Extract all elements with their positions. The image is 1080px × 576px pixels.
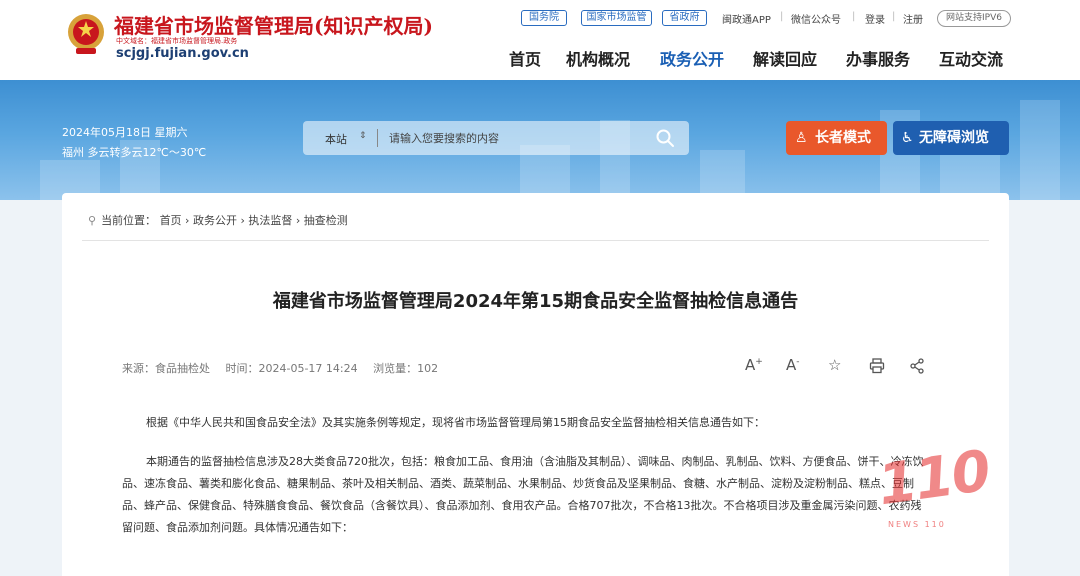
wheelchair-icon: ♿ bbox=[901, 130, 914, 146]
print-icon[interactable] bbox=[869, 358, 885, 374]
top-links-bar: 国务院 国家市场监管 省政府 闽政通APP | 微信公众号 | 登录 | 注册 … bbox=[0, 10, 1080, 27]
divider: | bbox=[780, 11, 784, 22]
site-header: 福建省市场监督管理局(知识产权局) 中文域名：福建省市场监督管理局.政务 scj… bbox=[0, 0, 1080, 80]
elder-icon: ♙ bbox=[795, 130, 808, 146]
article-views: 浏览量：102 bbox=[373, 362, 439, 375]
link-samr[interactable]: 国家市场监管 bbox=[581, 10, 652, 26]
chinese-domain-label: 中文域名：福建省市场监督管理局.政务 bbox=[116, 37, 238, 45]
link-wechat[interactable]: 微信公众号 bbox=[791, 11, 841, 26]
skyline-building bbox=[1020, 100, 1060, 200]
link-provincial-gov[interactable]: 省政府 bbox=[662, 10, 707, 26]
nav-about[interactable]: 机构概况 bbox=[566, 46, 630, 70]
watermark-subtext: NEWS 110 bbox=[888, 520, 946, 529]
font-decrease-icon[interactable]: A- bbox=[786, 356, 800, 374]
nav-interaction[interactable]: 互动交流 bbox=[939, 46, 1003, 70]
article-time: 时间：2024-05-17 14:24 bbox=[225, 362, 358, 375]
breadcrumb-gov-affairs[interactable]: 政务公开 bbox=[193, 214, 237, 227]
elder-mode-label: 长者模式 bbox=[815, 130, 871, 146]
site-domain: scjgj.fujian.gov.cn bbox=[116, 46, 249, 61]
register-link[interactable]: 注册 bbox=[903, 11, 923, 26]
article-source: 来源：食品抽检处 bbox=[122, 362, 210, 375]
divider: | bbox=[892, 11, 896, 22]
article-meta: 来源：食品抽检处 时间：2024-05-17 14:24 浏览量：102 bbox=[122, 360, 450, 376]
accessibility-button[interactable]: ♿ 无障碍浏览 bbox=[893, 121, 1009, 155]
accessibility-label: 无障碍浏览 bbox=[919, 130, 989, 146]
nav-services[interactable]: 办事服务 bbox=[846, 46, 910, 70]
divider bbox=[82, 240, 989, 241]
search-icon[interactable] bbox=[655, 128, 675, 148]
elder-mode-button[interactable]: ♙ 长者模式 bbox=[786, 121, 887, 155]
share-icon[interactable] bbox=[909, 358, 925, 374]
divider bbox=[377, 129, 378, 147]
breadcrumb: ⚲ 当前位置： 首页 › 政务公开 › 执法监督 › 抽查检测 bbox=[88, 214, 348, 227]
search-input[interactable] bbox=[389, 130, 629, 146]
breadcrumb-enforcement[interactable]: 执法监督 bbox=[248, 214, 292, 227]
breadcrumb-inspection[interactable]: 抽查检测 bbox=[304, 214, 348, 227]
article-title: 福建省市场监督管理局2024年第15期食品安全监督抽检信息通告 bbox=[272, 291, 799, 312]
weather-info: 福州 多云转多云12℃～30℃ bbox=[62, 146, 207, 159]
breadcrumb-home[interactable]: 首页 bbox=[160, 214, 182, 227]
article-card: ⚲ 当前位置： 首页 › 政务公开 › 执法监督 › 抽查检测 福建省市场监督管理… bbox=[62, 193, 1009, 576]
search-scope-select[interactable]: 本站 bbox=[325, 131, 347, 147]
breadcrumb-prefix: 当前位置： bbox=[101, 214, 157, 227]
article-paragraph: 根据《中华人民共和国食品安全法》及其实施条例等规定，现将省市场监督管理局第15期… bbox=[146, 416, 765, 429]
nav-interpretation[interactable]: 解读回应 bbox=[753, 46, 817, 70]
favorite-icon[interactable]: ☆ bbox=[828, 356, 841, 374]
nav-gov-affairs[interactable]: 政务公开 bbox=[660, 46, 724, 70]
link-state-council[interactable]: 国务院 bbox=[521, 10, 567, 26]
link-app[interactable]: 闽政通APP bbox=[722, 11, 771, 26]
article-paragraph: 本期通告的监督抽检信息涉及28大类食品720批次，包括：粮食加工品、食用油（含油… bbox=[122, 455, 924, 534]
nav-home[interactable]: 首页 bbox=[509, 46, 541, 70]
font-increase-icon[interactable]: A+ bbox=[745, 356, 763, 374]
location-icon: ⚲ bbox=[88, 214, 97, 227]
search-bar: 本站 ⇕ bbox=[303, 121, 689, 155]
divider: | bbox=[852, 11, 856, 22]
login-link[interactable]: 登录 bbox=[865, 11, 885, 26]
banner: 2024年05月18日 星期六 福州 多云转多云12℃～30℃ 本站 ⇕ ♙ 长… bbox=[0, 80, 1080, 200]
current-date: 2024年05月18日 星期六 bbox=[62, 126, 188, 139]
scope-toggle-icon[interactable]: ⇕ bbox=[359, 131, 367, 141]
ipv6-badge: 网站支持IPV6 bbox=[937, 10, 1011, 27]
